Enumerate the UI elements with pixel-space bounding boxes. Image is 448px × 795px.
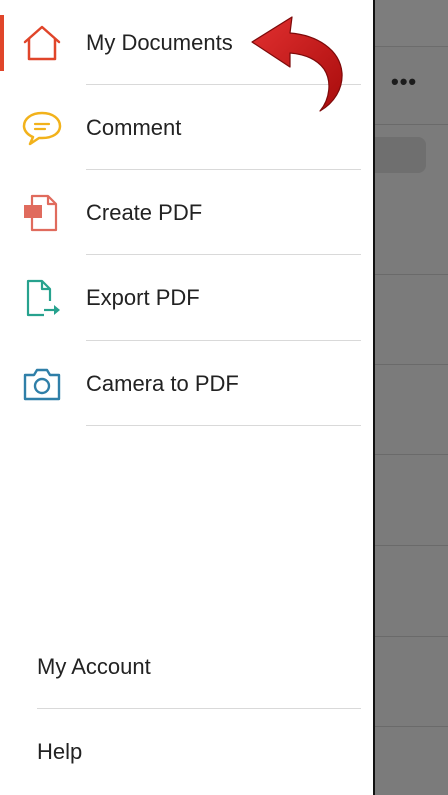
menu-item-label: My Documents bbox=[86, 30, 233, 55]
menu-item-help[interactable]: Help bbox=[0, 710, 373, 794]
menu-item-label: Help bbox=[37, 739, 83, 764]
menu-item-label: My Account bbox=[37, 654, 151, 679]
background-search-field bbox=[373, 137, 426, 173]
menu-divider bbox=[37, 708, 361, 709]
create-pdf-icon bbox=[20, 192, 64, 234]
menu-item-my-account[interactable]: My Account bbox=[0, 625, 373, 709]
background-header-strip bbox=[373, 0, 448, 47]
background-divider bbox=[373, 124, 448, 125]
menu-item-export-pdf[interactable]: Export PDF bbox=[0, 255, 373, 340]
menu-item-label: Comment bbox=[86, 115, 182, 140]
annotation-arrow-icon bbox=[251, 16, 343, 112]
menu-divider bbox=[86, 425, 361, 426]
background-divider bbox=[373, 545, 448, 546]
background-divider bbox=[373, 274, 448, 275]
comment-icon bbox=[20, 107, 64, 149]
menu-item-label: Create PDF bbox=[86, 200, 203, 225]
background-divider bbox=[373, 726, 448, 727]
menu-item-label: Camera to PDF bbox=[86, 371, 239, 396]
camera-icon bbox=[20, 363, 64, 405]
background-divider bbox=[373, 364, 448, 365]
navigation-drawer: My Documents Comment Create PDF Export P… bbox=[0, 0, 373, 795]
background-divider bbox=[373, 636, 448, 637]
drawer-edge bbox=[373, 0, 375, 795]
menu-item-label: Export PDF bbox=[86, 285, 200, 310]
background-divider bbox=[373, 454, 448, 455]
export-pdf-icon bbox=[20, 277, 64, 319]
more-options-icon[interactable]: ••• bbox=[391, 71, 417, 93]
menu-item-camera-to-pdf[interactable]: Camera to PDF bbox=[0, 341, 373, 426]
home-icon bbox=[20, 22, 64, 64]
menu-item-create-pdf[interactable]: Create PDF bbox=[0, 170, 373, 255]
background-app-overlay[interactable]: ••• bbox=[373, 0, 448, 795]
